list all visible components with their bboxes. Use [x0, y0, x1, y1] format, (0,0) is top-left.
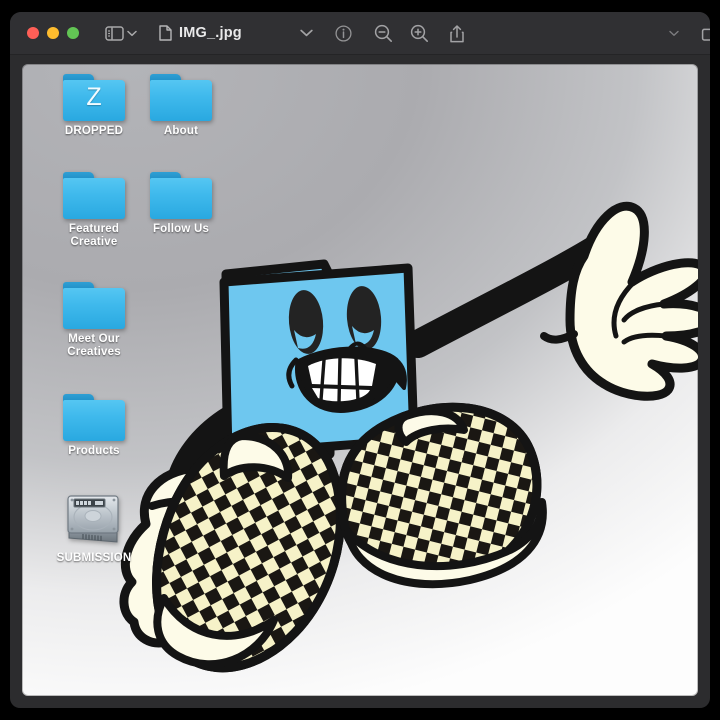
desktop-icon-label: Meet Our Creatives [67, 333, 121, 358]
image-canvas[interactable]: Z DROPPED About Featured Creative Follow… [22, 64, 698, 696]
folder-glyph: Z [86, 83, 102, 111]
folder-icon [63, 282, 125, 329]
desktop-icon-label: Follow Us [152, 223, 210, 235]
desktop-icon-follow-us[interactable]: Follow Us [139, 172, 223, 236]
magnifier-minus-icon[interactable] [374, 24, 393, 43]
desktop-icon-meet-our-creatives[interactable]: Meet Our Creatives [52, 282, 136, 358]
desktop-icon-label: About [163, 125, 199, 137]
desktop-icon-submission[interactable]: SUBMISSION [48, 492, 140, 565]
preview-window: IMG_.jpg Z DROPPED About Featured Creati… [10, 12, 710, 708]
minimize-button[interactable] [47, 27, 59, 39]
harddrive-icon [65, 492, 123, 548]
zoom-button[interactable] [67, 27, 79, 39]
share-icon[interactable] [449, 24, 465, 43]
desktop-icon-about[interactable]: About [139, 74, 223, 138]
folder-icon: Z [63, 74, 125, 121]
divider-chevron-down-icon[interactable] [669, 30, 679, 37]
sidebar-icon [105, 25, 124, 41]
desktop-icon-dropped[interactable]: Z DROPPED [52, 74, 136, 138]
magnifier-plus-icon[interactable] [410, 24, 429, 43]
desktop-icon-products[interactable]: Products [52, 394, 136, 458]
rotate-icon[interactable] [701, 24, 710, 42]
folder-icon [63, 394, 125, 441]
info-circle-icon[interactable] [335, 24, 352, 42]
sidebar-toggle-button[interactable] [105, 25, 137, 41]
desktop-icon-featured-creative[interactable]: Featured Creative [52, 172, 136, 248]
traffic-light-group [27, 27, 79, 39]
desktop-icon-label: SUBMISSION [56, 552, 132, 564]
desktop-icon-label: Featured Creative [68, 223, 120, 248]
close-button[interactable] [27, 27, 39, 39]
folder-icon [150, 172, 212, 219]
desktop-icon-label: DROPPED [64, 125, 124, 137]
window-titlebar: IMG_.jpg [10, 12, 710, 55]
filename-label: IMG_.jpg [179, 25, 242, 41]
file-title-chip[interactable]: IMG_.jpg [159, 25, 242, 41]
desktop-icon-label: Products [68, 445, 120, 457]
filename-chevron-down-icon[interactable] [300, 29, 313, 37]
chevron-down-icon [127, 30, 137, 37]
folder-icon [150, 74, 212, 121]
document-icon [159, 25, 172, 41]
folder-icon [63, 172, 125, 219]
